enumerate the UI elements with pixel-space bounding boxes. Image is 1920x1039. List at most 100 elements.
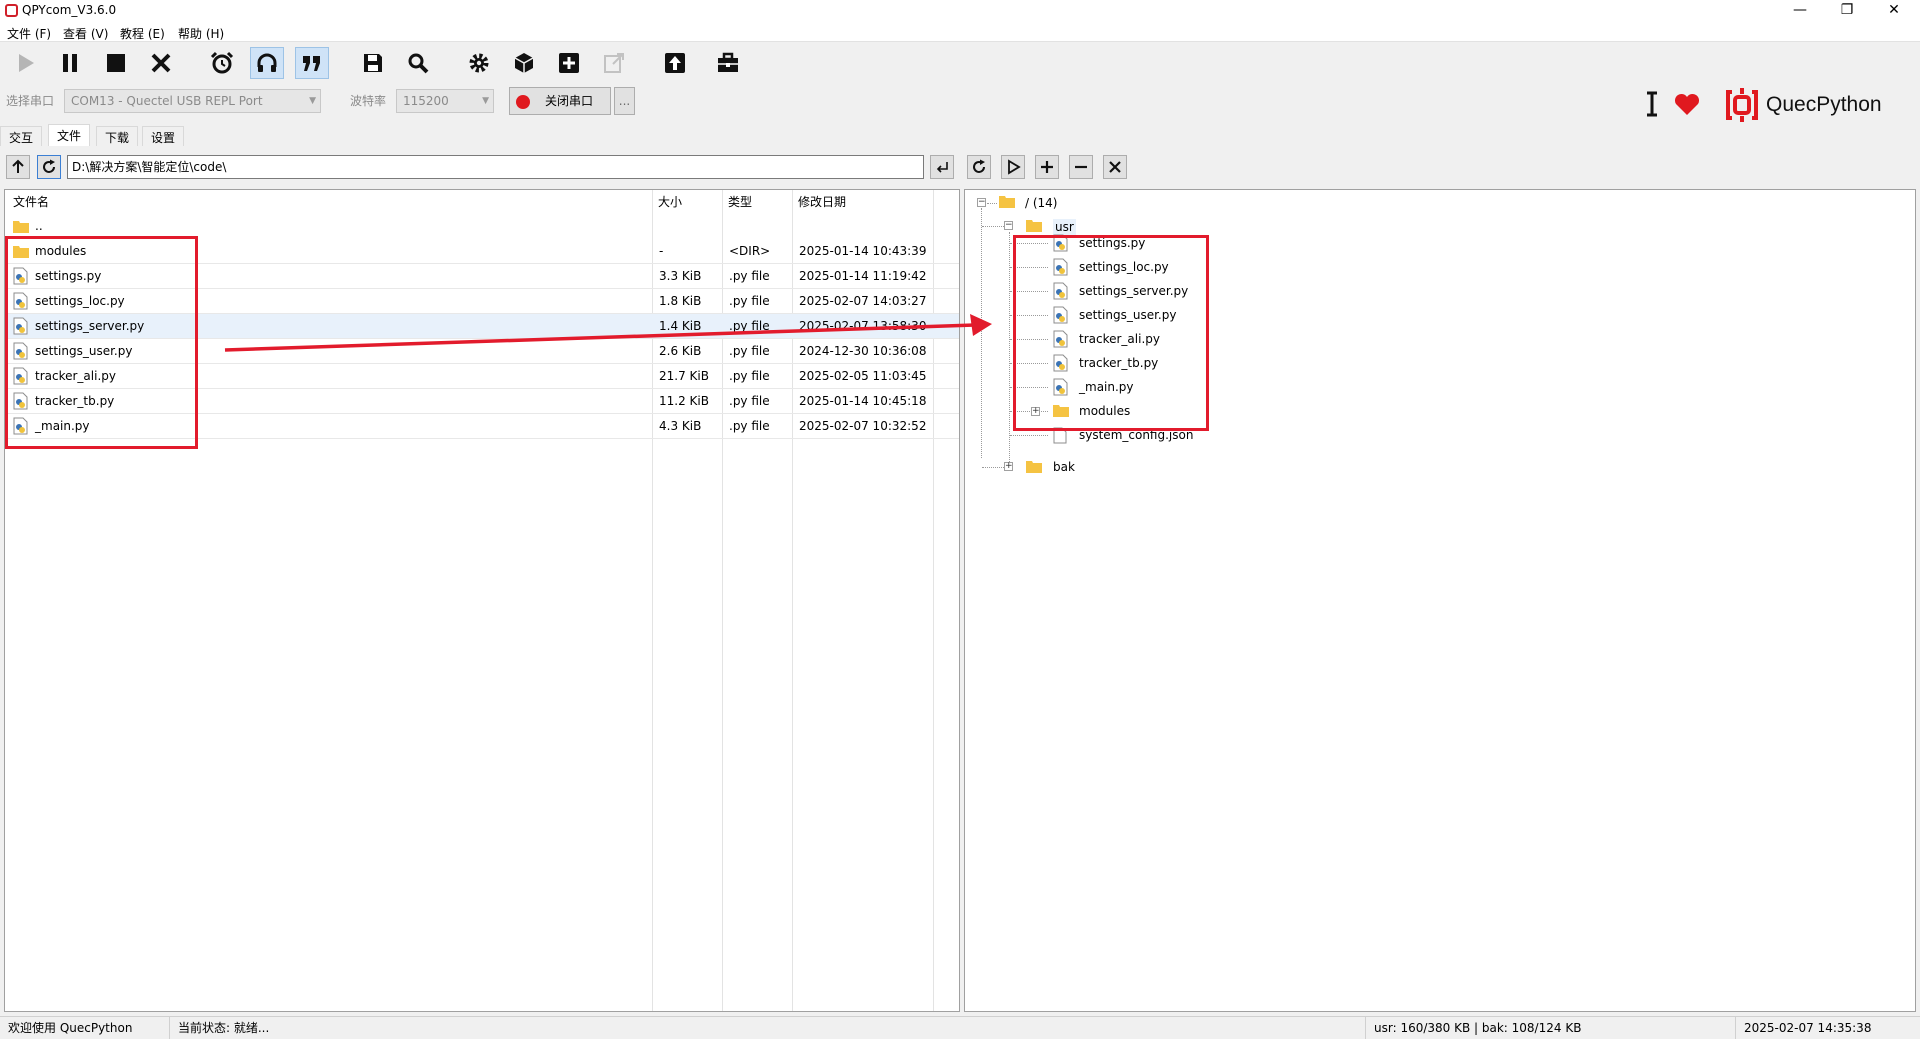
folder-icon bbox=[1026, 461, 1042, 473]
delete-button[interactable] bbox=[1103, 155, 1127, 179]
text-cursor-icon bbox=[1647, 91, 1657, 117]
gear-icon[interactable] bbox=[462, 47, 496, 79]
package-icon[interactable] bbox=[507, 47, 541, 79]
heart-icon[interactable] bbox=[1674, 93, 1700, 116]
port-value: COM13 - Quectel USB REPL Port bbox=[71, 94, 263, 108]
status-welcome: 欢迎使用 QuecPython bbox=[0, 1017, 170, 1039]
file-type: .py file bbox=[729, 394, 770, 408]
path-input[interactable]: D:\解决方案\智能定位\code\ bbox=[67, 155, 924, 179]
collapse-icon[interactable]: − bbox=[977, 198, 986, 207]
file-type: .py file bbox=[729, 369, 770, 383]
file-size: 4.3 KiB bbox=[659, 419, 702, 433]
file-date: 2025-01-14 11:19:42 bbox=[799, 269, 927, 283]
file-date: 2025-02-07 10:32:52 bbox=[799, 419, 927, 433]
expand-icon[interactable]: + bbox=[1004, 462, 1013, 471]
status-state: 当前状态: 就绪... bbox=[170, 1017, 1366, 1039]
folder-icon bbox=[999, 196, 1015, 208]
column-header-name[interactable]: 文件名 bbox=[7, 190, 49, 214]
save-icon[interactable] bbox=[356, 47, 390, 79]
folder-icon bbox=[1026, 220, 1042, 232]
close-icon[interactable] bbox=[144, 47, 178, 79]
window-title: QPYcom_V3.6.0 bbox=[22, 3, 117, 17]
upload-icon[interactable] bbox=[658, 47, 692, 79]
quecpython-logo-icon bbox=[1726, 88, 1758, 122]
plus-icon bbox=[1041, 161, 1053, 173]
menu-help[interactable]: 帮助 (H) bbox=[178, 25, 224, 42]
close-port-button[interactable]: 关闭串口 bbox=[509, 87, 611, 115]
baud-label: 波特率 bbox=[350, 94, 387, 108]
folder-icon bbox=[13, 221, 29, 233]
app-logo-icon bbox=[5, 4, 18, 17]
enter-icon bbox=[936, 162, 948, 173]
highlight-box-local bbox=[5, 236, 198, 449]
refresh-local-button[interactable] bbox=[37, 155, 61, 179]
brand-name: QuecPython bbox=[1766, 93, 1882, 116]
serial-settings-row: 选择串口 COM13 - Quectel USB REPL Port ▼ 波特率… bbox=[0, 86, 1920, 122]
highlight-box-device bbox=[1013, 235, 1209, 431]
remove-button[interactable] bbox=[1069, 155, 1093, 179]
minus-icon bbox=[1075, 165, 1087, 169]
status-storage: usr: 160/380 KB | bak: 108/124 KB bbox=[1366, 1017, 1736, 1039]
plus-box-icon[interactable] bbox=[552, 47, 586, 79]
file-size: 11.2 KiB bbox=[659, 394, 709, 408]
refresh-device-button[interactable] bbox=[967, 155, 991, 179]
file-size: - bbox=[659, 244, 664, 258]
close-window-icon[interactable]: ✕ bbox=[1871, 0, 1917, 22]
menu-file[interactable]: 文件 (F) bbox=[7, 25, 51, 42]
file-type: <DIR> bbox=[729, 244, 771, 258]
menu-tutorial[interactable]: 教程 (E) bbox=[120, 25, 165, 42]
transfer-arrow-icon bbox=[224, 314, 992, 352]
close-port-label: 关闭串口 bbox=[545, 94, 594, 108]
go-path-button[interactable] bbox=[930, 155, 954, 179]
alarm-icon[interactable] bbox=[205, 47, 239, 79]
tab-settings[interactable]: 设置 bbox=[142, 126, 185, 146]
up-dir-button[interactable] bbox=[6, 155, 30, 179]
export-icon[interactable] bbox=[597, 47, 631, 79]
minimize-icon[interactable]: — bbox=[1777, 0, 1823, 22]
status-dot-icon bbox=[516, 95, 530, 109]
baud-value: 115200 bbox=[403, 94, 449, 108]
stop-icon[interactable] bbox=[99, 47, 133, 79]
chevron-down-icon: ▼ bbox=[482, 96, 489, 106]
tab-download[interactable]: 下载 bbox=[96, 126, 139, 146]
tree-root-label[interactable]: / (14) bbox=[1025, 195, 1058, 211]
tab-bar: 交互 文件 下载 设置 bbox=[0, 124, 800, 146]
menu-view[interactable]: 查看 (V) bbox=[63, 25, 108, 42]
x-icon bbox=[1109, 161, 1121, 173]
port-label: 选择串口 bbox=[6, 94, 55, 108]
title-bar: QPYcom_V3.6.0 — ❐ ✕ bbox=[0, 0, 1920, 22]
column-header-size[interactable]: 大小 bbox=[652, 190, 682, 214]
restore-icon[interactable]: ❐ bbox=[1824, 0, 1870, 22]
refresh-icon bbox=[973, 159, 985, 173]
status-datetime: 2025-02-07 14:35:38 bbox=[1744, 1021, 1872, 1035]
baud-select[interactable]: 115200 ▼ bbox=[396, 89, 494, 113]
tree-connector bbox=[982, 226, 1004, 227]
column-header-type[interactable]: 类型 bbox=[722, 190, 752, 214]
collapse-icon[interactable]: − bbox=[1004, 221, 1013, 230]
tab-files[interactable]: 文件 bbox=[48, 124, 91, 146]
add-button[interactable] bbox=[1035, 155, 1059, 179]
arrow-up-icon bbox=[12, 159, 24, 173]
run-icon[interactable] bbox=[8, 47, 42, 79]
port-select[interactable]: COM13 - Quectel USB REPL Port ▼ bbox=[64, 89, 321, 113]
tree-bak-label[interactable]: bak bbox=[1053, 459, 1075, 475]
pause-icon[interactable] bbox=[53, 47, 87, 79]
play-icon bbox=[1008, 159, 1021, 175]
file-date: 2025-01-14 10:45:18 bbox=[799, 394, 927, 408]
run-file-button[interactable] bbox=[1001, 155, 1025, 179]
file-type: .py file bbox=[729, 419, 770, 433]
file-size: 21.7 KiB bbox=[659, 369, 709, 383]
status-bar: 欢迎使用 QuecPython 当前状态: 就绪... usr: 160/380… bbox=[0, 1016, 1920, 1039]
search-icon[interactable] bbox=[401, 47, 435, 79]
column-header-date[interactable]: 修改日期 bbox=[792, 190, 846, 214]
tab-interact[interactable]: 交互 bbox=[0, 126, 43, 146]
more-button[interactable]: ... bbox=[614, 87, 635, 115]
quote-icon[interactable] bbox=[295, 47, 329, 79]
tree-connector bbox=[982, 467, 1004, 468]
file-type: .py file bbox=[729, 269, 770, 283]
toolbox-icon[interactable] bbox=[711, 47, 745, 79]
tree-connector bbox=[987, 203, 997, 204]
tree-usr-label[interactable]: usr bbox=[1053, 219, 1076, 235]
headset-icon[interactable] bbox=[250, 47, 284, 79]
file-date: 2025-02-05 11:03:45 bbox=[799, 369, 927, 383]
